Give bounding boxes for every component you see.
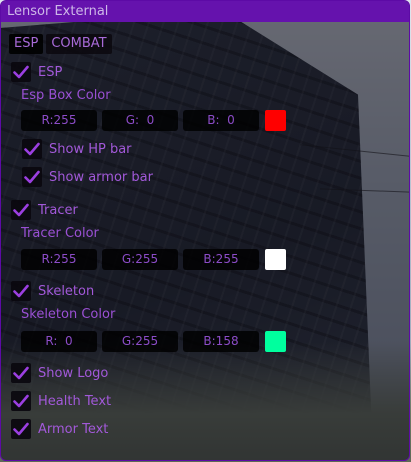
checkmark-icon	[13, 65, 29, 79]
armor-text-toggle[interactable]: Armor Text	[11, 419, 108, 439]
esp-box-color-g-field[interactable]: G: 0	[102, 110, 178, 131]
esp-box-color-b-field[interactable]: B: 0	[183, 110, 259, 131]
window-content: ESP COMBAT ESP Esp Box Color R:255 G: 0 …	[1, 22, 409, 460]
show-armor-bar-toggle[interactable]: Show armor bar	[22, 167, 153, 187]
tracer-color-b-field[interactable]: B:255	[183, 249, 259, 270]
tracer-label: Tracer	[38, 202, 78, 218]
checkmark-icon	[24, 142, 40, 156]
skeleton-color-b-field[interactable]: B:158	[183, 331, 259, 352]
esp-checkbox[interactable]	[11, 62, 31, 82]
show-armor-bar-checkbox[interactable]	[22, 167, 42, 187]
health-text-label: Health Text	[38, 393, 112, 409]
tracer-color-g-field[interactable]: G:255	[102, 249, 178, 270]
armor-text-checkbox[interactable]	[11, 419, 31, 439]
esp-box-color-row: R:255 G: 0 B: 0	[21, 110, 286, 131]
health-text-toggle[interactable]: Health Text	[11, 391, 111, 411]
tab-esp[interactable]: ESP	[9, 34, 44, 54]
skeleton-checkbox[interactable]	[11, 281, 31, 301]
show-hp-bar-checkbox[interactable]	[22, 139, 42, 159]
tracer-color-swatch[interactable]	[265, 249, 286, 270]
show-hp-bar-toggle[interactable]: Show HP bar	[22, 139, 132, 159]
checkmark-icon	[13, 422, 29, 436]
show-logo-checkbox[interactable]	[11, 363, 31, 383]
tracer-color-label: Tracer Color	[21, 226, 99, 241]
checkmark-icon	[13, 203, 29, 217]
tracer-color-r-field[interactable]: R:255	[21, 249, 97, 270]
show-logo-toggle[interactable]: Show Logo	[11, 363, 108, 383]
skeleton-label: Skeleton	[38, 283, 95, 299]
esp-toggle[interactable]: ESP	[11, 62, 62, 82]
skeleton-color-label: Skeleton Color	[21, 307, 116, 322]
tracer-checkbox[interactable]	[11, 200, 31, 220]
checkmark-icon	[13, 284, 29, 298]
armor-text-label: Armor Text	[38, 421, 109, 437]
tracer-color-row: R:255 G:255 B:255	[21, 249, 286, 270]
tab-bar: ESP COMBAT	[9, 34, 112, 54]
skeleton-color-r-field[interactable]: R: 0	[21, 331, 97, 352]
esp-label: ESP	[38, 64, 63, 80]
checkmark-icon	[13, 394, 29, 408]
window-titlebar[interactable]: Lensor External	[1, 1, 409, 22]
checkmark-icon	[13, 366, 29, 380]
cheat-menu-window: Lensor External ESP COMBAT ESP Esp Box C…	[0, 0, 410, 461]
tab-combat[interactable]: COMBAT	[46, 34, 112, 54]
health-text-checkbox[interactable]	[11, 391, 31, 411]
esp-box-color-r-field[interactable]: R:255	[21, 110, 97, 131]
skeleton-color-row: R: 0 G:255 B:158	[21, 331, 286, 352]
esp-box-color-swatch[interactable]	[265, 110, 286, 131]
checkmark-icon	[24, 170, 40, 184]
window-title: Lensor External	[7, 4, 109, 19]
skeleton-toggle[interactable]: Skeleton	[11, 281, 94, 301]
esp-box-color-label: Esp Box Color	[21, 88, 111, 103]
skeleton-color-swatch[interactable]	[265, 331, 286, 352]
skeleton-color-g-field[interactable]: G:255	[102, 331, 178, 352]
show-hp-bar-label: Show HP bar	[49, 141, 132, 157]
tracer-toggle[interactable]: Tracer	[11, 200, 78, 220]
show-armor-bar-label: Show armor bar	[49, 169, 153, 185]
show-logo-label: Show Logo	[38, 365, 109, 381]
